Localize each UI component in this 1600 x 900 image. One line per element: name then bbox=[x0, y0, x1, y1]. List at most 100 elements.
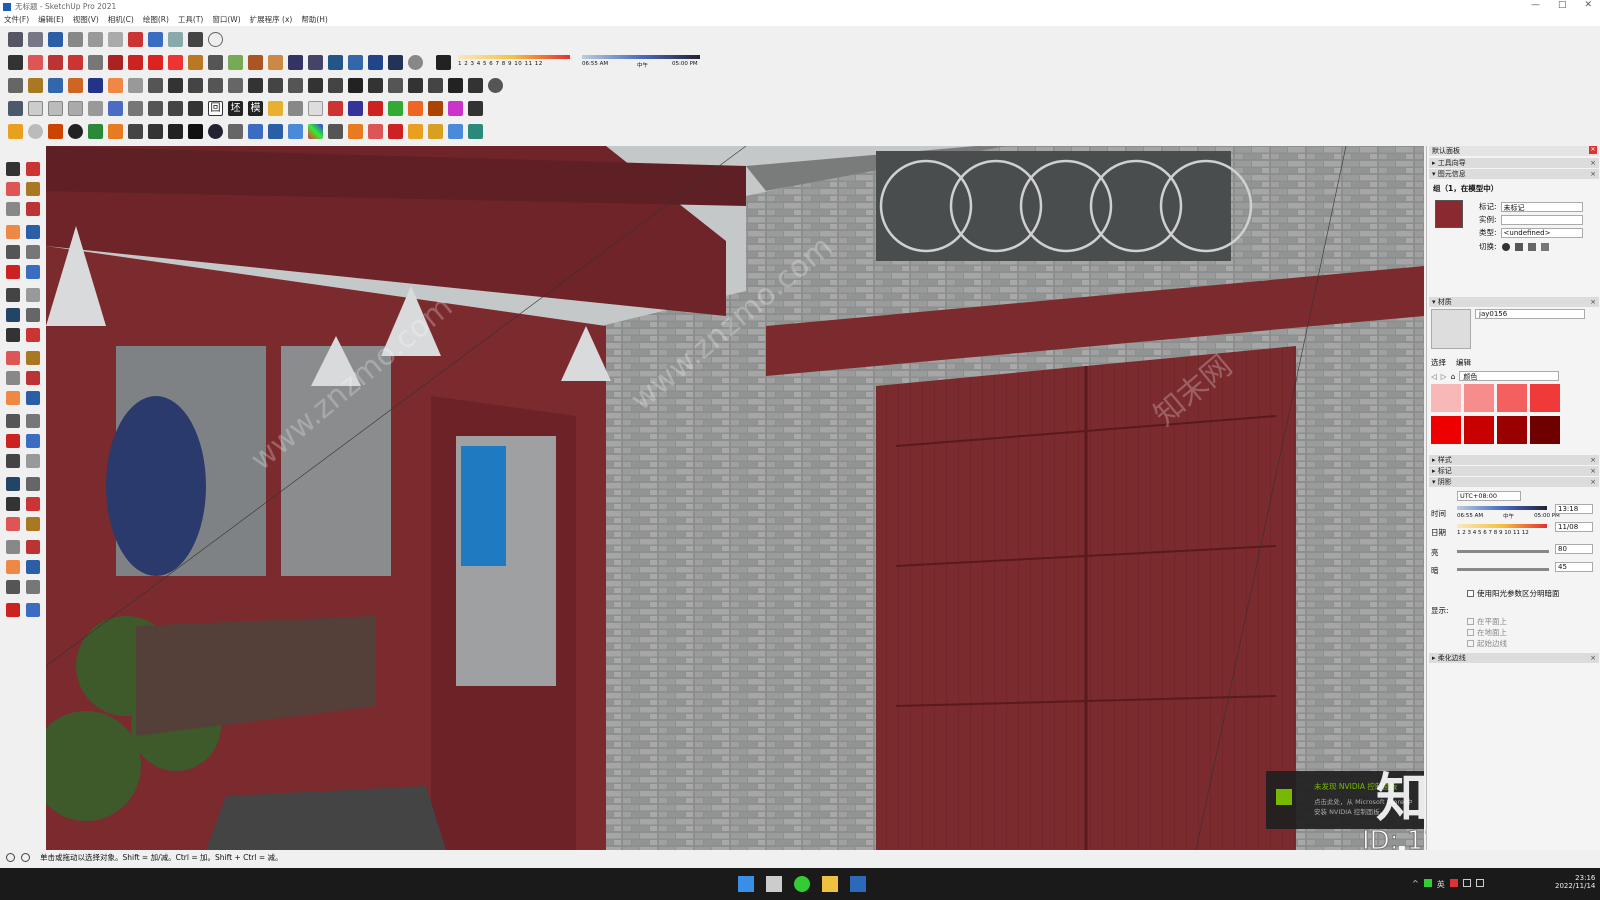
menu-window[interactable]: 窗口(W) bbox=[212, 14, 240, 25]
freehand-icon[interactable] bbox=[68, 54, 83, 70]
tab-select[interactable]: 选择 bbox=[1431, 357, 1446, 368]
chart-tool-icon[interactable] bbox=[188, 77, 203, 93]
model-viewport[interactable]: www.znzmo.com www.znzmo.com 知末网 未发现 NVID… bbox=[46, 146, 1424, 850]
line-icon[interactable] bbox=[48, 54, 63, 70]
tray-app2-icon[interactable] bbox=[1449, 879, 1458, 887]
tool-label-hui[interactable]: 回 bbox=[208, 100, 223, 116]
hidden-line-icon[interactable] bbox=[128, 100, 143, 116]
gem-icon[interactable] bbox=[248, 123, 263, 139]
layers-icon[interactable] bbox=[48, 123, 63, 139]
wireframe-icon[interactable] bbox=[108, 100, 123, 116]
left-tool-13-0-icon[interactable] bbox=[6, 434, 20, 448]
menu-tools[interactable]: 工具(T) bbox=[178, 14, 203, 25]
left-tool-0-1-icon[interactable] bbox=[26, 162, 40, 176]
offset-icon[interactable] bbox=[68, 77, 83, 93]
new-file-icon[interactable] bbox=[8, 31, 23, 47]
menu-file[interactable]: 文件(F) bbox=[4, 14, 29, 25]
rotate-icon[interactable] bbox=[148, 54, 163, 70]
back-view-icon[interactable] bbox=[88, 100, 103, 116]
time-input[interactable]: 13:18 bbox=[1555, 504, 1593, 514]
back-arrow-icon[interactable]: ◁ bbox=[1431, 372, 1437, 381]
menu-edit[interactable]: 编辑(E) bbox=[38, 14, 64, 25]
menu-camera[interactable]: 相机(C) bbox=[108, 14, 134, 25]
left-tool-4-1-icon[interactable] bbox=[26, 245, 40, 259]
left-tool-5-1-icon[interactable] bbox=[26, 265, 40, 279]
add-icon[interactable] bbox=[68, 123, 83, 139]
eye-icon[interactable] bbox=[1501, 242, 1510, 251]
stair-icon[interactable] bbox=[148, 77, 163, 93]
component-icon[interactable] bbox=[88, 77, 103, 93]
terrain-6-icon[interactable] bbox=[428, 100, 443, 116]
left-tool-15-1-icon[interactable] bbox=[26, 477, 40, 491]
left-tool-17-0-icon[interactable] bbox=[6, 517, 20, 531]
clock[interactable]: 23:16 2022/11/14 bbox=[1555, 874, 1595, 890]
utc-select[interactable]: UTC+08:00 bbox=[1457, 491, 1521, 501]
wechat-icon[interactable] bbox=[794, 876, 810, 892]
left-tool-21-1-icon[interactable] bbox=[26, 603, 40, 617]
terrain-7-icon[interactable] bbox=[448, 100, 463, 116]
right-view-icon[interactable] bbox=[68, 100, 83, 116]
duck-icon[interactable] bbox=[368, 123, 383, 139]
on-faces-checkbox[interactable] bbox=[1467, 618, 1474, 625]
shadow-toggle-icon[interactable] bbox=[436, 54, 451, 70]
swatch-1[interactable] bbox=[1464, 384, 1494, 412]
left-tool-20-0-icon[interactable] bbox=[6, 580, 20, 594]
paint-bucket-icon[interactable] bbox=[88, 54, 103, 70]
gear-icon[interactable] bbox=[168, 123, 183, 139]
dark-slider[interactable] bbox=[1457, 568, 1549, 571]
select-icon[interactable] bbox=[8, 54, 23, 70]
left-tool-3-0-icon[interactable] bbox=[6, 225, 20, 239]
left-tool-20-1-icon[interactable] bbox=[26, 580, 40, 594]
left-tool-6-0-icon[interactable] bbox=[6, 288, 20, 302]
orbit-icon[interactable] bbox=[228, 54, 243, 70]
info-circle-icon[interactable] bbox=[21, 852, 30, 862]
menu-view[interactable]: 视图(V) bbox=[73, 14, 99, 25]
terrain-5-icon[interactable] bbox=[408, 100, 423, 116]
terrain-3-icon[interactable] bbox=[368, 100, 383, 116]
user-icon[interactable] bbox=[408, 54, 423, 70]
model-info-icon[interactable] bbox=[208, 31, 223, 47]
left-tool-1-1-icon[interactable] bbox=[26, 182, 40, 196]
info-icon[interactable] bbox=[208, 123, 223, 139]
time-slider[interactable] bbox=[1457, 506, 1547, 510]
spline-icon[interactable] bbox=[308, 77, 323, 93]
distribute-icon[interactable] bbox=[228, 77, 243, 93]
zoom-extents-icon[interactable] bbox=[308, 54, 323, 70]
save-icon[interactable] bbox=[48, 31, 63, 47]
explorer-icon[interactable] bbox=[822, 876, 838, 892]
curve-icon[interactable] bbox=[248, 77, 263, 93]
swatch-5[interactable] bbox=[1464, 416, 1494, 444]
menu-draw[interactable]: 绘图(R) bbox=[143, 14, 169, 25]
weld-icon[interactable] bbox=[128, 77, 143, 93]
swatch-7[interactable] bbox=[1530, 416, 1560, 444]
arc-icon[interactable] bbox=[28, 77, 43, 93]
cube-icon[interactable] bbox=[288, 100, 303, 116]
tool-label-pi[interactable]: 坯 bbox=[228, 100, 243, 116]
warehouse-icon[interactable] bbox=[188, 100, 203, 116]
section-fill-icon[interactable] bbox=[348, 54, 363, 70]
shadow-receive-icon[interactable] bbox=[1527, 242, 1536, 251]
swatch-3[interactable] bbox=[1530, 384, 1560, 412]
pin-icon[interactable] bbox=[468, 77, 483, 93]
left-tool-10-0-icon[interactable] bbox=[6, 371, 20, 385]
left-tool-6-1-icon[interactable] bbox=[26, 288, 40, 302]
arrows-icon[interactable] bbox=[228, 123, 243, 139]
left-tool-14-0-icon[interactable] bbox=[6, 454, 20, 468]
left-tool-18-0-icon[interactable] bbox=[6, 540, 20, 554]
transform-icon[interactable] bbox=[328, 123, 343, 139]
left-tool-8-1-icon[interactable] bbox=[26, 328, 40, 342]
left-tool-18-1-icon[interactable] bbox=[26, 540, 40, 554]
align-icon[interactable] bbox=[208, 77, 223, 93]
print-icon[interactable] bbox=[188, 31, 203, 47]
cross-icon[interactable] bbox=[428, 123, 443, 139]
joint-icon[interactable] bbox=[328, 77, 343, 93]
undo-icon[interactable] bbox=[148, 31, 163, 47]
tool-label-mo[interactable]: 模 bbox=[248, 100, 263, 116]
left-tool-4-0-icon[interactable] bbox=[6, 245, 20, 259]
front-view-icon[interactable] bbox=[48, 100, 63, 116]
date-input[interactable]: 11/08 bbox=[1555, 522, 1593, 532]
iso-view-icon[interactable] bbox=[8, 100, 23, 116]
volume-icon[interactable] bbox=[1475, 879, 1484, 887]
box-icon[interactable] bbox=[268, 100, 283, 116]
terrain-4-icon[interactable] bbox=[388, 100, 403, 116]
